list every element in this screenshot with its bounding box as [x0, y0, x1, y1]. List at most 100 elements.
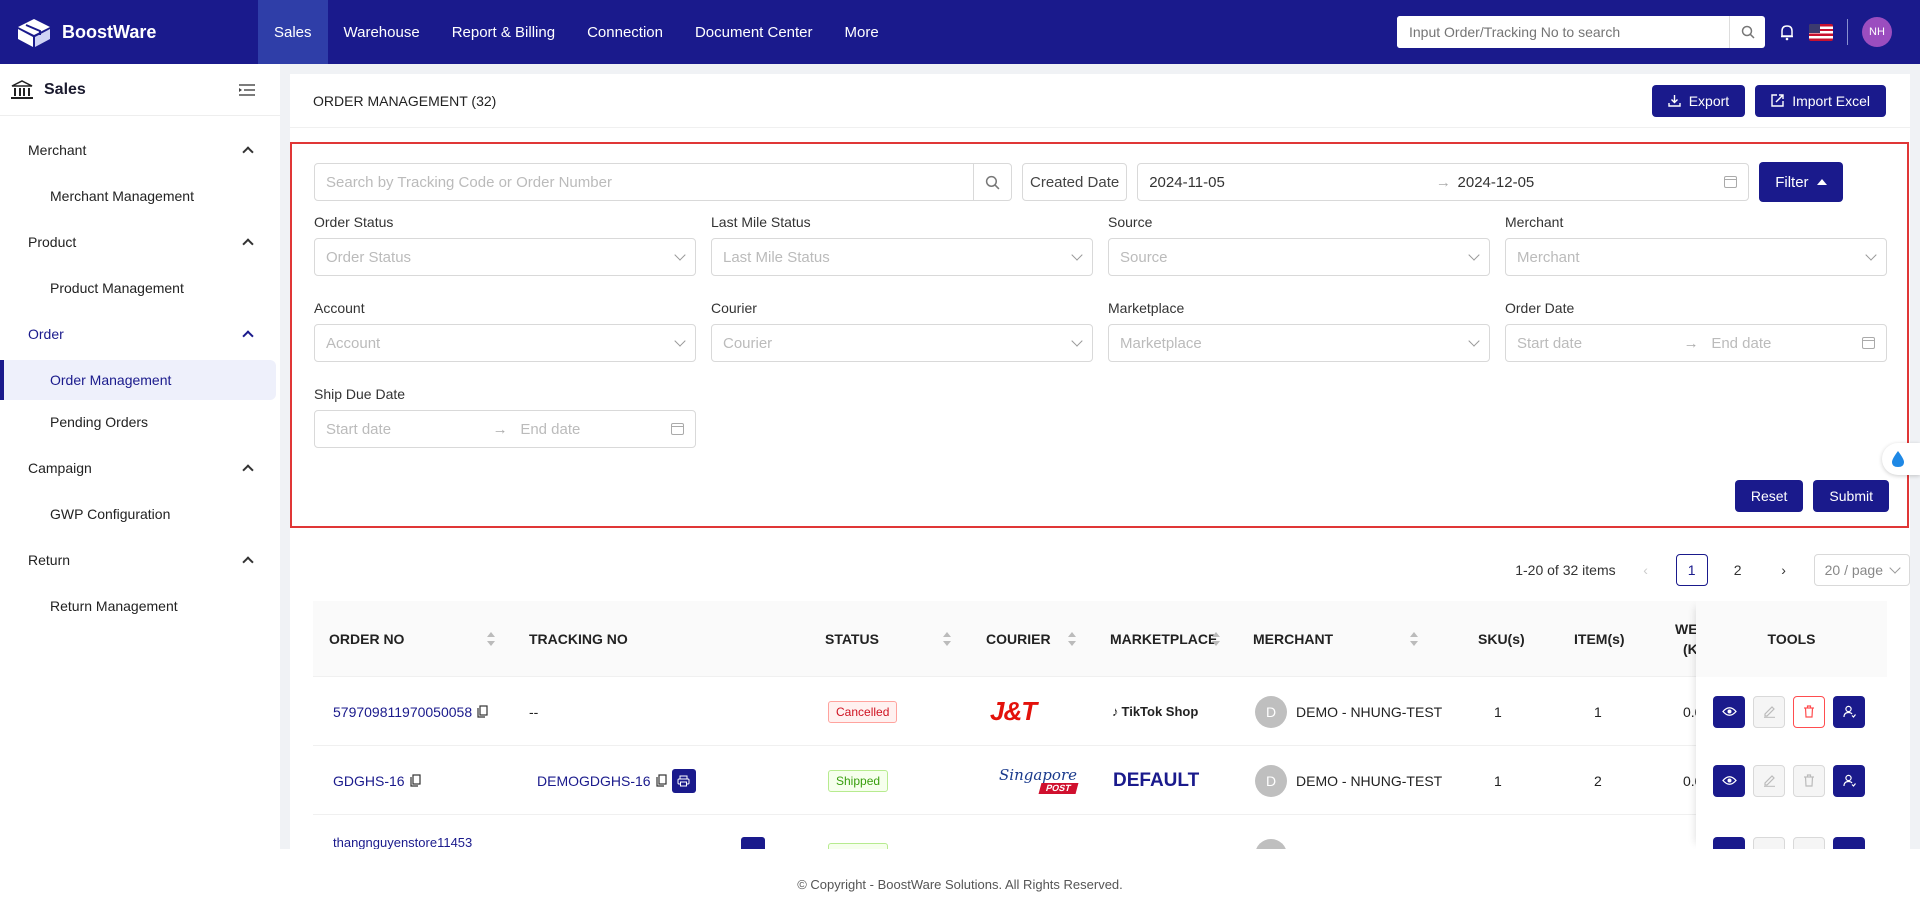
page-2-button[interactable]: 2	[1722, 554, 1754, 586]
account-field: Account Account	[314, 300, 696, 362]
delete-button[interactable]	[1793, 764, 1825, 797]
col-courier[interactable]: COURIER	[986, 601, 1051, 677]
edit-button[interactable]	[1753, 837, 1785, 849]
created-date-range[interactable]: 2024-11-05 → 2024-12-05	[1137, 163, 1750, 201]
import-excel-button[interactable]: Import Excel	[1755, 84, 1886, 117]
merchant-name: DEMO - NHUNG-TEST	[1296, 772, 1443, 789]
page-size-select[interactable]: 20 / page	[1813, 554, 1910, 586]
last-mile-status-select[interactable]: Last Mile Status	[711, 238, 1093, 276]
order-status-select[interactable]: Order Status	[314, 238, 696, 276]
tools-column: TOOLS	[1696, 601, 1887, 849]
sort-icon[interactable]	[1212, 632, 1220, 646]
chevron-down-icon	[674, 249, 686, 261]
print-label-button[interactable]	[671, 768, 696, 793]
copy-icon[interactable]	[477, 705, 488, 718]
source-select[interactable]: Source	[1108, 238, 1490, 276]
delete-button[interactable]	[1793, 695, 1825, 728]
edit-button[interactable]	[1753, 764, 1785, 797]
sort-icon[interactable]	[1068, 632, 1076, 646]
page-size-value: 20 / page	[1824, 562, 1883, 578]
marketplace-select[interactable]: Marketplace	[1108, 324, 1490, 362]
assign-user-button[interactable]	[1833, 695, 1865, 728]
sidebar-item-return-management[interactable]: Return Management	[0, 586, 276, 626]
floating-helper-button[interactable]	[1882, 443, 1920, 475]
table-header: ORDER NO TRACKING NO STATUS COURIER MARK…	[313, 601, 1887, 677]
chevron-up-icon	[242, 238, 254, 250]
start-date: Start date	[326, 420, 392, 438]
filter-button[interactable]: Filter	[1759, 162, 1843, 202]
sidebar-item-merchant-management[interactable]: Merchant Management	[0, 176, 276, 216]
prev-page-button[interactable]: ‹	[1630, 554, 1662, 586]
reset-button[interactable]: Reset	[1734, 480, 1804, 512]
sidebar-item-product-management[interactable]: Product Management	[0, 268, 276, 308]
menu-collapse-icon[interactable]	[238, 83, 256, 97]
col-marketplace[interactable]: MARKETPLACE	[1110, 601, 1217, 677]
copy-icon[interactable]	[409, 774, 421, 787]
order-date-field: Order Date Start date → End date	[1505, 300, 1887, 362]
sidebar-item-pending-orders[interactable]: Pending Orders	[0, 402, 276, 442]
download-icon	[1668, 95, 1681, 107]
nav-connection[interactable]: Connection	[571, 0, 679, 64]
chevron-down-icon	[1468, 249, 1480, 261]
order-status-field: Order Status Order Status	[314, 214, 696, 276]
sidebar-item-order-management[interactable]: Order Management	[0, 360, 276, 400]
nav-document-center[interactable]: Document Center	[679, 0, 829, 64]
order-no-link[interactable]: 579709811970050058	[333, 704, 472, 720]
sidebar-group-return[interactable]: Return	[0, 536, 280, 584]
eye-icon	[1721, 776, 1737, 785]
sidebar-header: Sales	[0, 64, 280, 116]
tracking-no-cell: DEMOGDGHS-16	[537, 746, 696, 815]
page-1-button[interactable]: 1	[1675, 554, 1708, 586]
sidebar-group-product[interactable]: Product	[0, 218, 280, 266]
sort-icon[interactable]	[487, 632, 495, 646]
copy-icon[interactable]	[655, 774, 667, 787]
col-merchant[interactable]: MERCHANT	[1253, 601, 1333, 677]
global-search-input[interactable]	[1397, 16, 1729, 48]
ship-due-date-range[interactable]: Start date → End date	[314, 410, 696, 448]
assign-user-button[interactable]	[1833, 764, 1865, 797]
delete-button[interactable]	[1793, 837, 1825, 849]
sidebar-group-order[interactable]: Order	[0, 310, 280, 358]
user-avatar[interactable]: NH	[1862, 17, 1892, 47]
sidebar-item-gwp-configuration[interactable]: GWP Configuration	[0, 494, 276, 534]
search-button[interactable]	[973, 164, 1011, 200]
col-order-no[interactable]: ORDER NO	[329, 601, 404, 677]
edit-button[interactable]	[1753, 695, 1785, 728]
nav-more[interactable]: More	[829, 0, 895, 64]
next-page-button[interactable]: ›	[1768, 554, 1800, 586]
bell-icon[interactable]	[1779, 23, 1795, 41]
printer-icon	[677, 775, 690, 786]
date-type-select[interactable]: Created Date	[1022, 163, 1128, 201]
skus-cell: 1	[1494, 703, 1502, 720]
export-button[interactable]: Export	[1651, 84, 1746, 117]
sort-icon[interactable]	[943, 632, 951, 646]
account-select[interactable]: Account	[314, 324, 696, 362]
merchant-select[interactable]: Merchant	[1505, 238, 1887, 276]
search-input[interactable]: Search by Tracking Code or Order Number	[326, 174, 612, 191]
order-no-link[interactable]: thangnguyenstore11453	[333, 835, 472, 849]
order-date-range[interactable]: Start date → End date	[1505, 324, 1887, 362]
submit-button[interactable]: Submit	[1813, 480, 1889, 512]
courier-select[interactable]: Courier	[711, 324, 1093, 362]
print-label-button[interactable]	[741, 815, 765, 849]
sort-icon[interactable]	[1410, 632, 1418, 646]
nav-sales[interactable]: Sales	[258, 0, 328, 64]
view-button[interactable]	[1713, 695, 1745, 728]
view-button[interactable]	[1713, 837, 1745, 849]
sidebar-group-merchant[interactable]: Merchant	[0, 126, 280, 174]
nav-report-billing[interactable]: Report & Billing	[436, 0, 571, 64]
sidebar-group-campaign[interactable]: Campaign	[0, 444, 280, 492]
col-status[interactable]: STATUS	[825, 601, 879, 677]
sidebar-group-label: Return	[28, 552, 71, 568]
assign-user-button[interactable]	[1833, 837, 1865, 849]
table-row: thangnguyenstore11453	[313, 815, 1887, 849]
nav-warehouse[interactable]: Warehouse	[328, 0, 436, 64]
tracking-no-link[interactable]: DEMOGDGHS-16	[537, 773, 651, 789]
order-no-link[interactable]: GDGHS-16	[333, 773, 405, 789]
arrow-right-icon: →	[1683, 334, 1699, 352]
view-button[interactable]	[1713, 764, 1745, 797]
us-flag-icon[interactable]	[1809, 23, 1833, 41]
app-logo[interactable]: BoostWare	[0, 15, 258, 49]
global-search-button[interactable]	[1729, 16, 1765, 48]
main-content: ORDER MANAGEMENT (32) Export Import Exce…	[290, 74, 1910, 849]
